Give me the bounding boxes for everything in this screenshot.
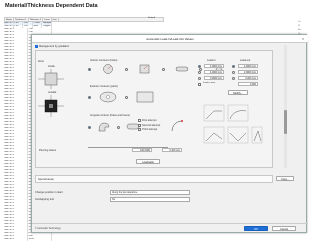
lead-in-value-1[interactable]: 4.0000 mm (204, 64, 224, 68)
leadwalls-button[interactable]: Leadwalls (136, 159, 160, 164)
modify-button[interactable]: Modify... (228, 90, 248, 95)
third-attempt-label: Third attempt (142, 128, 157, 131)
lead-in-radio-2[interactable] (198, 71, 201, 74)
outside-zone-icon (38, 95, 64, 117)
management-checkbox[interactable] (35, 45, 38, 48)
first-attempt-row[interactable]: First attempt (138, 119, 160, 122)
dialog-scrollbar[interactable] (284, 45, 287, 168)
overlapping-label: Overlapping tool (35, 198, 54, 201)
lead-in-max-checkbox[interactable] (198, 83, 201, 86)
lead-in-radio-1[interactable] (198, 65, 201, 68)
exterior-rect-radio[interactable] (125, 96, 128, 99)
rect-part-icon (136, 91, 154, 103)
irregular-radio-2[interactable] (117, 126, 120, 129)
third-attempt-checkbox[interactable] (138, 128, 141, 131)
dialog-title: Automatic Lead-In/Lead-Out Values (32, 35, 308, 43)
arc-lead-icon (170, 119, 184, 133)
third-attempt-row[interactable]: Third attempt (138, 128, 160, 131)
lead-in-value-2[interactable]: 4.0000 mm (204, 70, 224, 74)
exterior-options (88, 91, 154, 103)
first-attempt-label: First attempt (142, 119, 156, 122)
second-attempt-checkbox[interactable] (138, 124, 141, 127)
management-checkbox-row[interactable]: Management by gradation (35, 45, 69, 48)
round-part-icon (99, 91, 117, 103)
cancel-button[interactable]: Cancel (272, 226, 296, 231)
app-title: Material/Thickness Dependent Data (5, 3, 98, 9)
lead-path-diagrams (204, 105, 264, 161)
default-label: Default (148, 17, 155, 19)
lead-in-label: Lead-in (207, 59, 216, 62)
scrollbar-thumb[interactable] (284, 110, 287, 134)
irregular-contour-label: Irregular contour (holes and bores) (90, 114, 130, 117)
change-position-label: Change position in slant (35, 191, 63, 194)
lead-out-radio-2[interactable] (232, 71, 235, 74)
attempt-options: First attempt Second attempt Third attem… (138, 119, 160, 131)
lead-in-radio-3[interactable] (198, 77, 201, 80)
inside-zone-icon (38, 69, 64, 89)
slot-contour-icon (175, 64, 189, 74)
piercing-slider-track[interactable] (88, 147, 168, 151)
lead-out-value-4[interactable]: 0.000 (238, 82, 258, 86)
square-contour-icon (138, 64, 152, 74)
close-icon[interactable]: × (300, 36, 306, 42)
lead-out-value-1[interactable]: 4.0000 mm (238, 64, 258, 68)
irregular-options (88, 121, 140, 133)
second-attempt-label: Second attempt (142, 124, 160, 127)
irregular-radio-1[interactable] (88, 126, 91, 129)
interior-contours-label: Interior contours (holes) (90, 59, 117, 62)
irregular-contour-icon (97, 121, 111, 133)
piercing-value-1[interactable]: 100.0000 (132, 148, 152, 152)
lead-out-radio-1[interactable] (232, 65, 235, 68)
lead-out-label: Lead-out (240, 59, 250, 62)
interior-slot-radio[interactable] (162, 68, 165, 71)
column-header[interactable]: Gas (52, 18, 59, 21)
second-attempt-row[interactable]: Second attempt (138, 124, 160, 127)
circle-contour-icon (101, 64, 115, 74)
piercing-status-label: Piercing status (39, 149, 56, 152)
special-areas-box[interactable]: Special areas (35, 175, 273, 183)
lead-out-value-2[interactable]: 2.0000 mm (238, 70, 258, 74)
inside-label: inside (48, 65, 55, 68)
lead-in-value-3[interactable]: 0.0000 mm (204, 76, 224, 80)
lead-out-value-3[interactable]: 0.000 mm (238, 76, 258, 80)
lead-in-note: Lead-in max. (203, 82, 216, 84)
lead-in-dialog: Automatic Lead-In/Lead-Out Values × Mana… (31, 34, 307, 233)
piercing-value-2[interactable]: 0.100 mm (162, 148, 182, 152)
copy-button[interactable]: Copy... (276, 176, 294, 181)
change-position-select[interactable]: Along the last departure (110, 190, 190, 195)
zone-label: Zone (38, 60, 44, 63)
first-attempt-checkbox[interactable] (138, 119, 141, 122)
outside-label: outside (48, 91, 56, 94)
overlapping-select[interactable]: No (110, 197, 190, 202)
exterior-contours-label: Exterior contours (parts) (90, 85, 118, 88)
exterior-round-radio[interactable] (88, 96, 91, 99)
company-label: © Automatic Technology (35, 227, 61, 230)
special-areas-label: Special areas (38, 178, 54, 181)
ok-button[interactable]: OK (244, 226, 268, 231)
management-label: Management by gradation (39, 45, 69, 48)
interior-square-radio[interactable] (125, 68, 128, 71)
interior-circle-radio[interactable] (88, 68, 91, 71)
dialog-titlebar: Automatic Lead-In/Lead-Out Values × (32, 35, 308, 43)
lead-out-radio-3[interactable] (232, 77, 235, 80)
